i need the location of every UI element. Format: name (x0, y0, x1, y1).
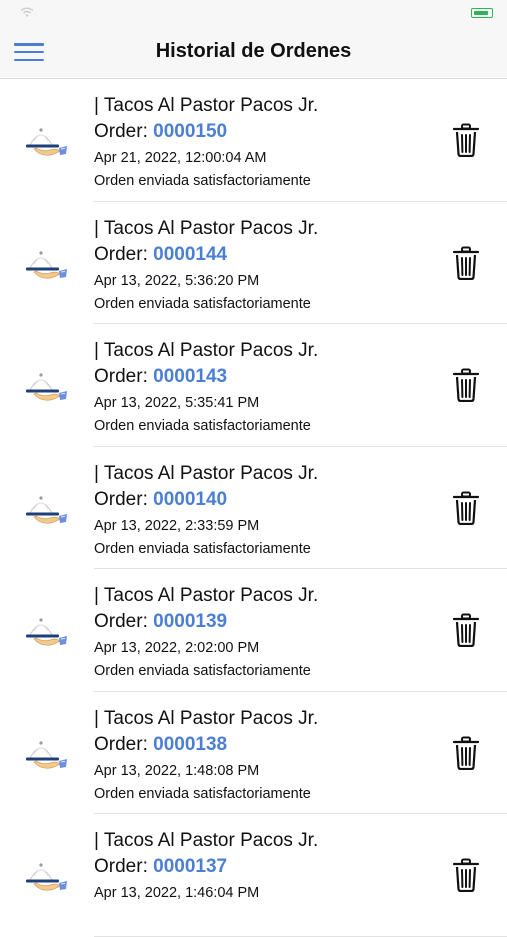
order-status: Orden enviada satisfactoriamente (94, 783, 318, 805)
order-line: Order: 0000140 (94, 487, 318, 513)
serving-cloche-icon (22, 366, 72, 406)
battery-icon (471, 8, 493, 18)
order-row[interactable]: | Tacos Al Pastor Pacos Jr. Order: 00001… (0, 79, 507, 202)
serving-cloche-icon (22, 611, 72, 651)
serving-cloche-icon (22, 856, 72, 896)
order-row[interactable]: | Tacos Al Pastor Pacos Jr. Order: 00001… (0, 692, 507, 815)
orders-list: | Tacos Al Pastor Pacos Jr. Order: 00001… (0, 79, 507, 937)
order-status: Orden enviada satisfactoriamente (94, 293, 318, 315)
order-row[interactable]: | Tacos Al Pastor Pacos Jr. Order: 00001… (0, 202, 507, 325)
restaurant-name: | Tacos Al Pastor Pacos Jr. (94, 828, 318, 854)
order-line: Order: 0000137 (94, 854, 318, 880)
order-row[interactable]: | Tacos Al Pastor Pacos Jr. Order: 00001… (0, 814, 507, 937)
order-number[interactable]: 0000140 (153, 489, 227, 510)
order-status: Orden enviada satisfactoriamente (94, 170, 318, 192)
wifi-icon (20, 6, 34, 20)
order-label: Order: (94, 611, 153, 632)
status-bar-left (14, 6, 34, 20)
order-date: Apr 13, 2022, 5:36:20 PM (94, 269, 318, 293)
battery-indicator (467, 8, 493, 18)
trash-icon[interactable] (452, 246, 480, 280)
trash-icon[interactable] (452, 613, 480, 647)
order-line: Order: 0000150 (94, 119, 318, 145)
order-status: Orden enviada satisfactoriamente (94, 415, 318, 437)
restaurant-name: | Tacos Al Pastor Pacos Jr. (94, 706, 318, 732)
order-status: Orden enviada satisfactoriamente (94, 538, 318, 560)
trash-icon[interactable] (452, 736, 480, 770)
page-title: Historial de Ordenes (0, 40, 507, 63)
restaurant-name: | Tacos Al Pastor Pacos Jr. (94, 461, 318, 487)
order-label: Order: (94, 856, 153, 877)
order-number[interactable]: 0000143 (153, 366, 227, 387)
order-number[interactable]: 0000138 (153, 734, 227, 755)
trash-icon[interactable] (452, 491, 480, 525)
serving-cloche-icon (22, 734, 72, 774)
order-label: Order: (94, 121, 153, 142)
order-status: Orden enviada satisfactoriamente (94, 660, 318, 682)
order-row[interactable]: | Tacos Al Pastor Pacos Jr. Order: 00001… (0, 324, 507, 447)
order-label: Order: (94, 366, 153, 387)
order-number[interactable]: 0000144 (153, 244, 227, 265)
trash-icon[interactable] (452, 858, 480, 892)
order-number[interactable]: 0000139 (153, 611, 227, 632)
trash-icon[interactable] (452, 368, 480, 402)
order-date: Apr 13, 2022, 2:33:59 PM (94, 514, 318, 538)
serving-cloche-icon (22, 244, 72, 284)
order-row[interactable]: | Tacos Al Pastor Pacos Jr. Order: 00001… (0, 447, 507, 570)
order-date: Apr 13, 2022, 1:46:04 PM (94, 881, 318, 905)
serving-cloche-icon (22, 489, 72, 529)
order-date: Apr 21, 2022, 12:00:04 AM (94, 146, 318, 170)
order-label: Order: (94, 244, 153, 265)
serving-cloche-icon (22, 121, 72, 161)
order-date: Apr 13, 2022, 2:02:00 PM (94, 636, 318, 660)
restaurant-name: | Tacos Al Pastor Pacos Jr. (94, 216, 318, 242)
row-divider (94, 936, 507, 937)
trash-icon[interactable] (452, 123, 480, 157)
status-bar (0, 0, 507, 26)
order-line: Order: 0000144 (94, 242, 318, 268)
restaurant-name: | Tacos Al Pastor Pacos Jr. (94, 93, 318, 119)
order-number[interactable]: 0000137 (153, 856, 227, 877)
order-label: Order: (94, 489, 153, 510)
order-line: Order: 0000138 (94, 732, 318, 758)
restaurant-name: | Tacos Al Pastor Pacos Jr. (94, 338, 318, 364)
order-number[interactable]: 0000150 (153, 121, 227, 142)
nav-header: Historial de Ordenes (0, 26, 507, 79)
restaurant-name: | Tacos Al Pastor Pacos Jr. (94, 583, 318, 609)
order-line: Order: 0000139 (94, 609, 318, 635)
order-date: Apr 13, 2022, 1:48:08 PM (94, 759, 318, 783)
order-date: Apr 13, 2022, 5:35:41 PM (94, 391, 318, 415)
order-line: Order: 0000143 (94, 364, 318, 390)
order-row[interactable]: | Tacos Al Pastor Pacos Jr. Order: 00001… (0, 569, 507, 692)
order-label: Order: (94, 734, 153, 755)
